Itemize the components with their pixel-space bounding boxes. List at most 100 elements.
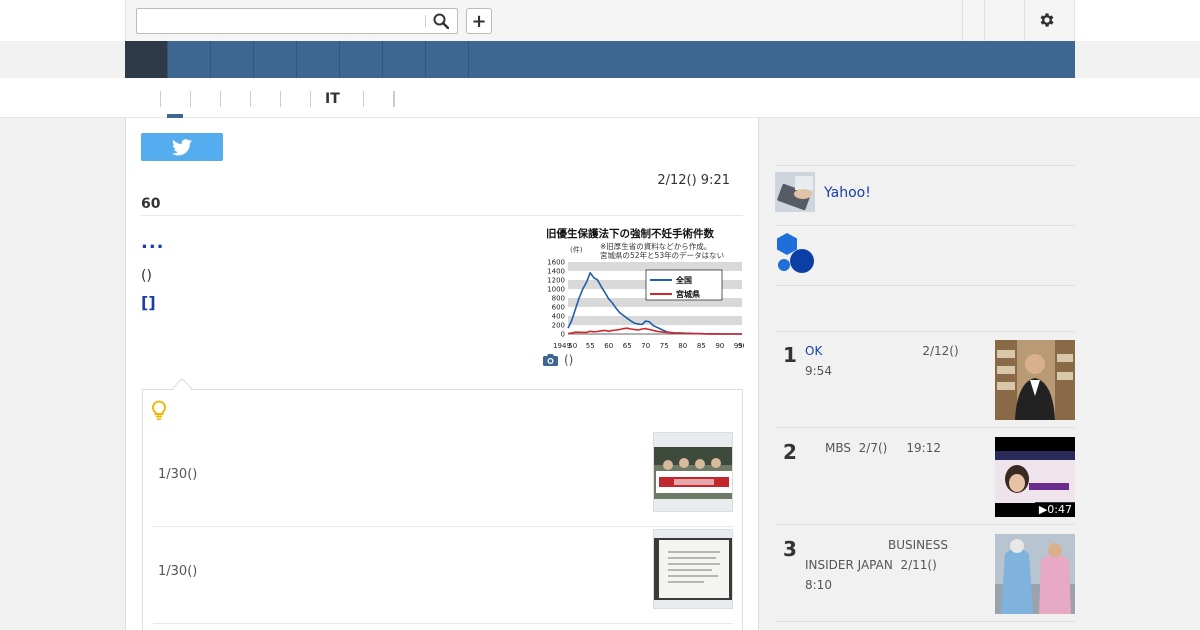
right-sidebar: Yahoo! 1 OK 2/12() 9:54 2 MBS 2/7() 19:1… [759, 118, 1075, 630]
ranking-thumbnail [995, 534, 1075, 614]
divider [775, 165, 1075, 166]
related-item[interactable]: 1/30() [153, 527, 733, 624]
x-tick-label: 80 [678, 342, 687, 350]
video-duration: ▶0:47 [1034, 502, 1075, 517]
rank-source: MBS [825, 441, 851, 455]
category-tab[interactable] [220, 91, 250, 107]
rank-number: 2 [783, 440, 797, 464]
bracket-link[interactable]: [] [141, 293, 156, 312]
add-button[interactable]: + [466, 8, 492, 34]
grid-band [568, 316, 742, 325]
chart-figure[interactable]: 旧優生保護法下の強制不妊手術件数 ※旧厚生省の資料などから作成。 宮城県の52年… [544, 224, 754, 352]
x-tick-label: 55 [586, 342, 595, 350]
settings-button[interactable] [1036, 9, 1058, 31]
search-input[interactable] [137, 9, 425, 33]
series-line-miyagi [567, 327, 742, 335]
plus-icon: + [471, 10, 487, 32]
chart-annotation: ※旧厚生省の資料などから作成。 [600, 241, 711, 251]
category-tabs: IT [160, 90, 395, 108]
divider [775, 225, 1075, 226]
nav-item[interactable] [340, 41, 383, 78]
x-tick-label: 60 [604, 342, 613, 350]
rank-date: 2/12() [922, 344, 959, 358]
twitter-icon [172, 138, 192, 155]
gear-icon [1040, 13, 1054, 27]
divider [141, 215, 743, 216]
related-item[interactable]: 1/30() [153, 430, 733, 527]
search-icon [433, 13, 449, 29]
y-tick-label: 200 [552, 322, 565, 330]
related-date: 1/30() [158, 564, 198, 579]
rank-meta: BUSINESS INSIDER JAPAN 2/11() 8:10 [805, 535, 965, 595]
chart-title: 旧優生保護法下の強制不妊手術件数 [546, 227, 714, 240]
nav-item[interactable] [168, 41, 211, 78]
category-tab[interactable] [363, 91, 393, 107]
x-tick-label: 70 [641, 342, 650, 350]
top-bar: + [0, 0, 1200, 41]
toolbar-divider [984, 0, 985, 41]
ranking-video-thumbnail: ▶0:47 [995, 437, 1075, 517]
x-tick-label: 65 [623, 342, 632, 350]
y-tick-label: 600 [552, 304, 565, 312]
rank-meta: MBS 2/7() 19:12 [805, 438, 965, 458]
camera-icon [543, 354, 558, 366]
related-thumbnail [653, 529, 733, 609]
lightbulb-icon [151, 400, 167, 424]
rank-date: 2/11() [900, 558, 937, 572]
y-tick-label: 400 [552, 313, 565, 321]
related-thumbnail [653, 432, 733, 512]
search-box [136, 8, 458, 34]
x-tick-label: 50 [568, 342, 577, 350]
ranking-item[interactable]: 3 BUSINESS INSIDER JAPAN 2/11() 8:10 [775, 525, 1075, 622]
legend-label: 全国 [675, 275, 692, 285]
ranking-item[interactable]: 1 OK 2/12() 9:54 [775, 331, 1075, 428]
y-axis-label: (件) [570, 245, 583, 254]
ranking-item[interactable]: 2 MBS 2/7() 19:12 ▶0:47 [775, 428, 1075, 525]
category-tab[interactable] [280, 91, 310, 107]
category-tab[interactable] [160, 91, 190, 107]
caption-text: () [564, 353, 574, 367]
chart-annotation: 宮城県の52年と53年のデータはない [600, 250, 724, 260]
nav-item[interactable] [383, 41, 426, 78]
rank-number: 3 [783, 537, 797, 561]
photo-caption: () [543, 353, 573, 367]
related-articles: 1/30() 1/30() [142, 389, 743, 630]
rank-source[interactable]: OK [805, 344, 822, 358]
rank-time: 8:10 [805, 578, 832, 592]
x-tick-label: 75 [660, 342, 669, 350]
toolbar: + [125, 0, 1075, 41]
ranking-thumbnail [995, 340, 1075, 420]
tweet-button[interactable] [141, 133, 223, 161]
nav-item[interactable] [211, 41, 254, 78]
nav-item[interactable] [254, 41, 297, 78]
rank-time: 9:54 [805, 364, 832, 378]
y-tick-label: 1200 [547, 277, 565, 285]
rank-date: 2/7() [858, 441, 888, 455]
search-button[interactable] [430, 11, 452, 31]
x-tick-label: 90 [715, 342, 724, 350]
y-tick-label: 0 [561, 331, 565, 339]
category-tab[interactable] [393, 91, 395, 107]
category-tab[interactable] [190, 91, 220, 107]
read-more-link[interactable]: ... [141, 232, 165, 253]
article-title: 60 [141, 196, 161, 212]
related-date: 1/30() [158, 467, 198, 482]
article-date: 2/12() 9:21 [657, 173, 730, 188]
nav-item[interactable] [125, 41, 168, 78]
main-nav [125, 41, 1075, 78]
category-tab[interactable] [250, 91, 280, 107]
y-tick-label: 1400 [547, 268, 565, 276]
nav-item[interactable] [297, 41, 340, 78]
nav-item[interactable] [426, 41, 469, 78]
yahoo-thumbnail [775, 172, 815, 212]
y-tick-label: 800 [552, 295, 565, 303]
y-tick-label: 1600 [547, 259, 565, 267]
toolbar-divider [962, 0, 963, 41]
article-source: () [141, 268, 152, 284]
article-main: 2/12() 9:21 60 ... () [] 旧優生保護法下の強制不妊手術件… [125, 118, 759, 630]
legend-label: 宮城県 [676, 289, 700, 299]
divider [775, 285, 1075, 286]
yahoo-link[interactable]: Yahoo! [824, 185, 871, 201]
category-tab-it[interactable]: IT [310, 91, 363, 107]
rank-meta: OK 2/12() 9:54 [805, 341, 965, 381]
